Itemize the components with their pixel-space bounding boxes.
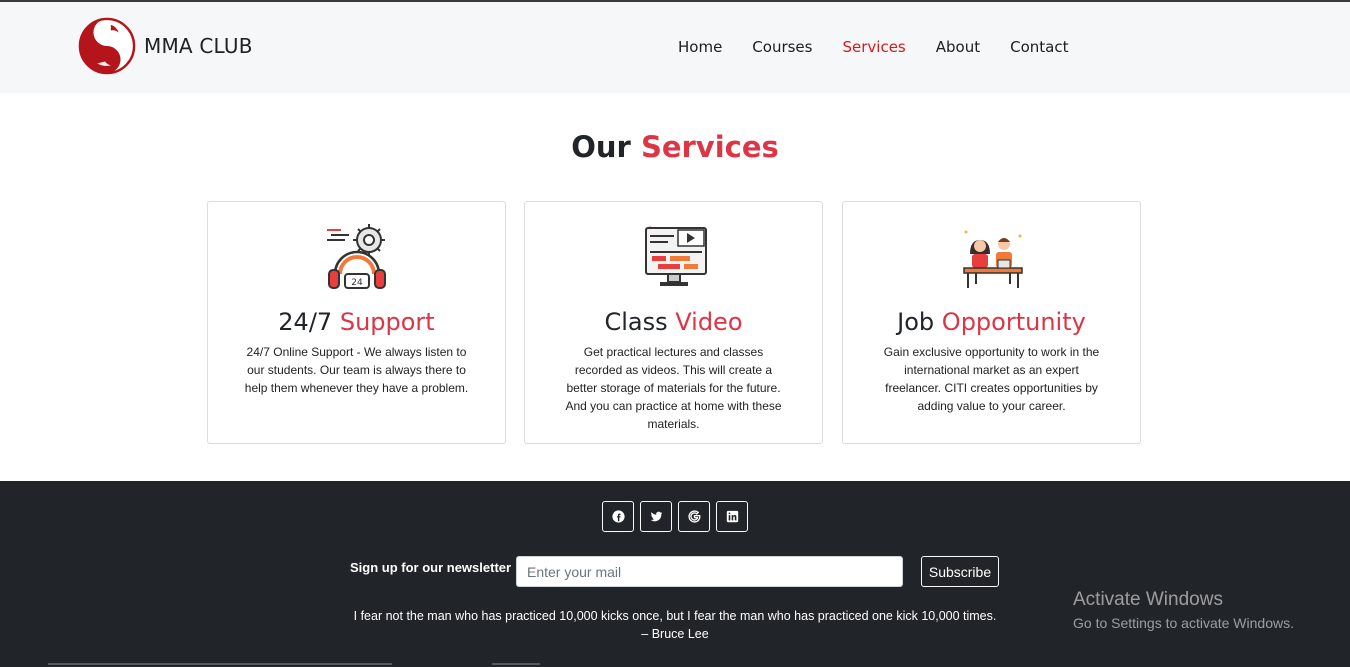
video-title-accent: Video (675, 308, 743, 336)
video-card-description: Get practical lectures and classes recor… (565, 345, 782, 431)
linkedin-button[interactable] (716, 501, 748, 532)
headset-24-support-icon: 24 (326, 224, 386, 289)
support-title-accent: Support (339, 308, 435, 336)
nav-link-contact[interactable]: Contact (1010, 38, 1068, 56)
yin-yang-dragon-logo (78, 17, 136, 75)
job-card-title: Job Opportunity (843, 308, 1140, 336)
partial-element-bar-small (492, 663, 540, 665)
video-title-plain: Class (604, 308, 668, 336)
twitter-icon (650, 511, 662, 522)
service-card-video: Class Video Get practical lectures and c… (524, 201, 823, 444)
video-card-title: Class Video (525, 308, 822, 336)
watermark-title: Activate Windows (1073, 589, 1223, 610)
facebook-icon (611, 510, 625, 523)
partial-element-bar (48, 663, 392, 665)
services-heading-accent: Services (640, 130, 779, 164)
job-meeting-people-icon (962, 230, 1023, 288)
social-links (602, 501, 754, 532)
navbar: MMA CLUB Home Courses Services About Con… (0, 2, 1350, 93)
nav-link-about[interactable]: About (936, 38, 980, 56)
twitter-button[interactable] (640, 501, 672, 532)
facebook-button[interactable] (602, 501, 634, 532)
nav-link-courses[interactable]: Courses (752, 38, 812, 56)
service-card-support: 24 24/7 Support 24/7 Online Support - We… (207, 201, 506, 444)
google-button[interactable] (678, 501, 710, 532)
video-class-monitor-icon (644, 226, 707, 286)
google-icon (687, 510, 700, 523)
main-nav: Home Courses Services About Contact (678, 38, 1098, 56)
nav-link-home[interactable]: Home (678, 38, 722, 56)
newsletter-email-input[interactable] (516, 556, 903, 587)
newsletter-label: Sign up for our newsletter (350, 560, 512, 575)
subscribe-button[interactable]: Subscribe (921, 556, 999, 587)
job-title-accent: Opportunity (941, 308, 1086, 336)
watermark-subtitle: Go to Settings to activate Windows. (1073, 615, 1294, 631)
service-card-job: Job Opportunity Gain exclusive opportuni… (842, 201, 1141, 444)
support-title-plain: 24/7 (278, 308, 333, 336)
svg-text:24: 24 (351, 278, 363, 288)
nav-link-services[interactable]: Services (842, 38, 905, 56)
services-heading-plain: Our (571, 130, 631, 164)
support-card-description: 24/7 Online Support - We always listen t… (244, 345, 469, 395)
activate-windows-watermark: Activate Windows Go to Settings to activ… (1073, 589, 1294, 631)
support-card-title: 24/7 Support (208, 308, 505, 336)
job-card-description: Gain exclusive opportunity to work in th… (883, 345, 1100, 413)
linkedin-icon (726, 510, 738, 523)
brand-name: MMA CLUB (144, 34, 253, 58)
job-title-plain: Job (897, 308, 935, 336)
services-heading: Our Services (0, 130, 1350, 164)
brand[interactable]: MMA CLUB (78, 17, 253, 75)
footer: Sign up for our newsletter Subscribe I f… (0, 481, 1350, 667)
